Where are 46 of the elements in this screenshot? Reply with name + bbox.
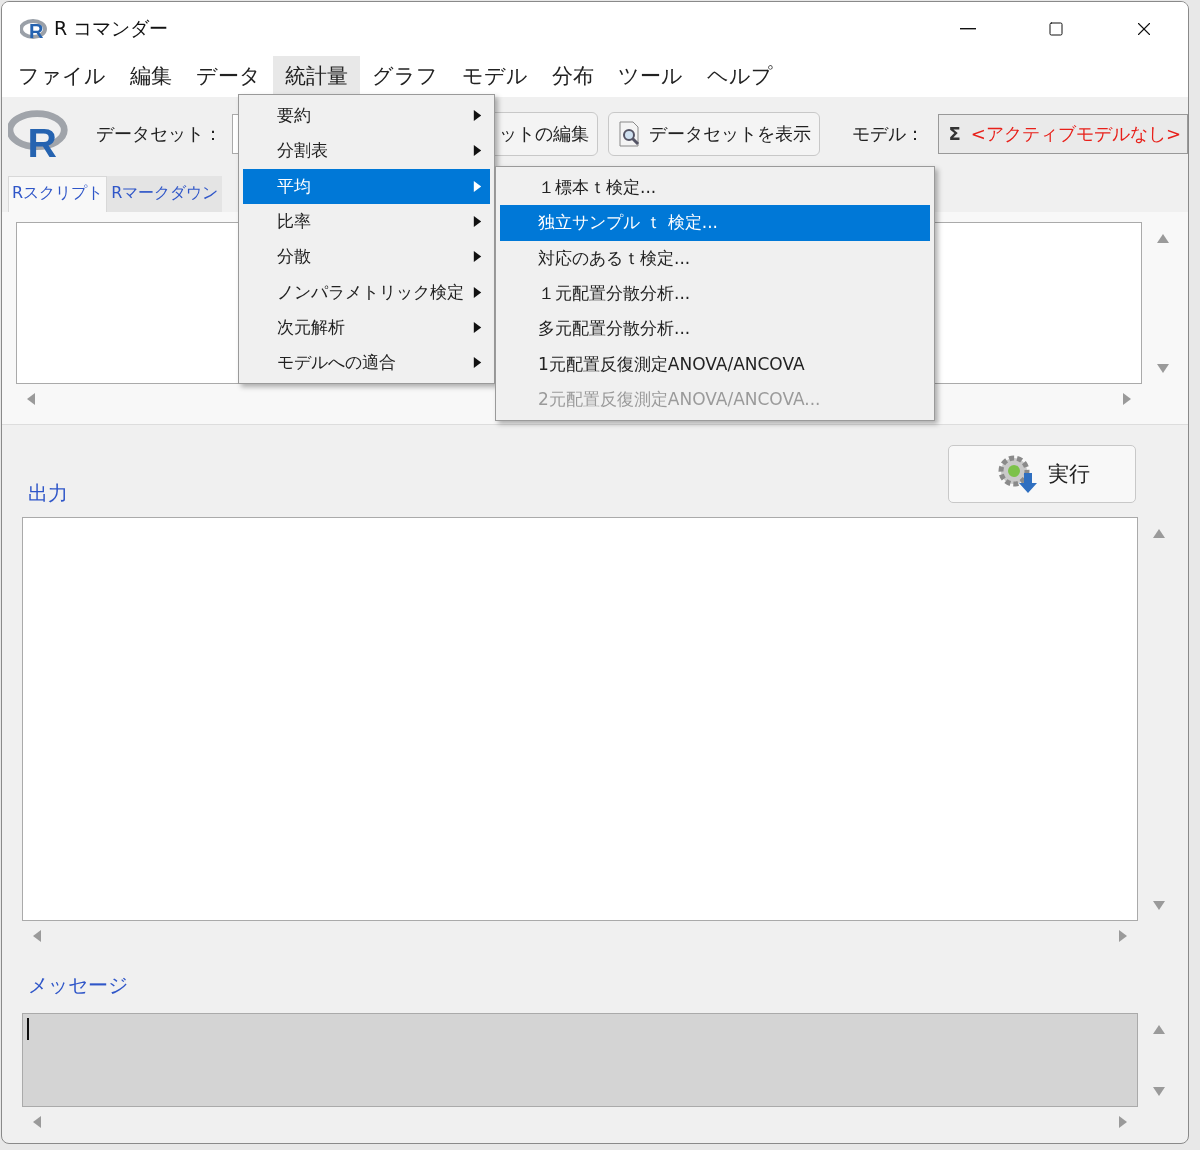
scroll-down-icon[interactable] bbox=[1152, 898, 1166, 912]
menu-item[interactable]: ノンパラメトリック検定 bbox=[243, 274, 490, 310]
output-label: 出力 bbox=[28, 480, 68, 507]
submenu-arrow-icon[interactable] bbox=[471, 320, 484, 334]
r-logo-icon: R bbox=[20, 17, 50, 41]
dataset-label: データセット： bbox=[96, 121, 223, 146]
menu-bar-item[interactable]: ヘルプ bbox=[695, 56, 785, 97]
text-cursor bbox=[27, 1018, 29, 1040]
menu-bar-item[interactable]: ツール bbox=[606, 56, 695, 97]
menu-item[interactable]: 多元配置分散分析... bbox=[500, 311, 930, 347]
submenu-arrow-icon[interactable] bbox=[471, 285, 484, 299]
menu-bar-item[interactable]: モデル bbox=[450, 56, 540, 97]
maximize-icon bbox=[1048, 21, 1064, 37]
model-value: <アクティブモデルなし> bbox=[970, 121, 1181, 146]
messages-label: メッセージ bbox=[28, 971, 128, 999]
model-label: モデル： bbox=[851, 121, 924, 146]
scroll-down-icon[interactable] bbox=[1152, 1084, 1166, 1098]
menu-bar-item[interactable]: ファイル bbox=[6, 56, 118, 97]
menu-item[interactable]: １標本ｔ検定... bbox=[500, 170, 930, 206]
menu-item[interactable]: 対応のあるｔ検定... bbox=[500, 240, 930, 276]
menu-bar-item[interactable]: 分布 bbox=[540, 56, 606, 97]
sigma-icon: Σ bbox=[948, 123, 961, 145]
submenu-arrow-icon[interactable] bbox=[471, 356, 484, 370]
menu-item[interactable]: 独立サンプル ｔ 検定... bbox=[500, 205, 930, 241]
menu-item[interactable]: １元配置分散分析... bbox=[500, 275, 930, 312]
menu-item[interactable]: 平均 bbox=[243, 168, 490, 204]
run-button[interactable]: 実行 bbox=[948, 445, 1136, 503]
model-field[interactable]: Σ <アクティブモデルなし> bbox=[937, 113, 1188, 154]
menu-item[interactable]: 次元解析 bbox=[243, 309, 490, 346]
window-title: R コマンダー bbox=[54, 16, 169, 41]
menu-item[interactable]: 比率 bbox=[243, 203, 490, 240]
submenu-arrow-icon[interactable] bbox=[471, 215, 484, 229]
menu-bar-item[interactable]: グラフ bbox=[360, 56, 450, 97]
view-dataset-button[interactable]: データセットを表示 bbox=[607, 111, 820, 156]
menu-bar-item[interactable]: 統計量 bbox=[273, 56, 360, 97]
submenu-arrow-icon[interactable] bbox=[471, 144, 484, 158]
editor-tab[interactable]: Rマークダウン bbox=[107, 175, 223, 212]
menu-bar-item[interactable]: データ bbox=[184, 56, 273, 97]
minimize-icon bbox=[960, 28, 976, 30]
menu-item[interactable]: 分散 bbox=[243, 239, 490, 275]
menu-bar-item[interactable]: 編集 bbox=[118, 56, 184, 97]
menu-item[interactable]: モデルへの適合 bbox=[243, 345, 490, 381]
editor-tab[interactable]: Rスクリプト bbox=[8, 175, 108, 212]
submenu-arrow-icon[interactable] bbox=[471, 109, 484, 123]
submenu-arrow-icon[interactable] bbox=[471, 250, 484, 264]
menu-item[interactable]: 1元配置反復測定ANOVA/ANCOVA bbox=[500, 346, 930, 382]
